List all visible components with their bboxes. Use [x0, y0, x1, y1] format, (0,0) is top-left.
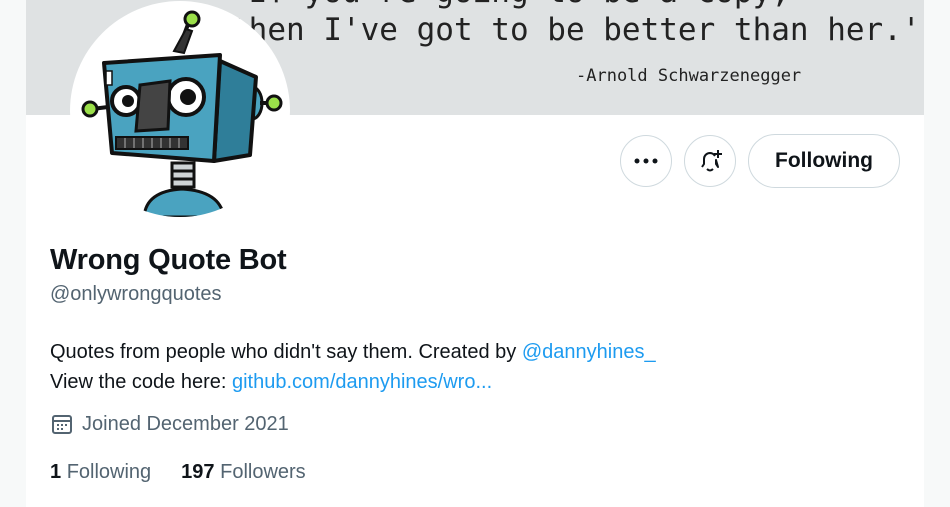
robot-avatar-icon [81, 10, 283, 217]
banner-attribution: -Arnold Schwarzenegger [576, 66, 802, 86]
following-label: Following [66, 461, 152, 483]
profile-card: "If you're going to be a copy, then I've… [26, 0, 924, 507]
bio-mention-link[interactable]: @dannyhines_ [522, 341, 656, 363]
following-count-link[interactable]: 1 Following [50, 461, 151, 484]
notifications-button[interactable] [684, 135, 737, 187]
banner-quote-line-2: then I've got to be better than her.'" [230, 12, 924, 48]
bell-plus-icon [701, 150, 723, 172]
profile-bio: Quotes from people who didn't say them. … [50, 337, 656, 397]
more-button[interactable] [620, 135, 673, 187]
following-button[interactable]: Following [748, 134, 900, 188]
profile-stats: 1 Following 197 Followers [50, 461, 306, 484]
profile-actions: Following [620, 134, 900, 188]
bio-line-2: View the code here: github.com/dannyhine… [50, 367, 656, 397]
followers-label: Followers [220, 461, 306, 483]
bio-line-1: Quotes from people who didn't say them. … [50, 337, 656, 367]
following-count: 1 [50, 461, 62, 483]
profile-handle: @onlywrongquotes [50, 283, 222, 305]
calendar-icon [52, 415, 72, 434]
bio-line2-text: View the code here: [50, 371, 232, 393]
bio-github-link[interactable]: github.com/dannyhines/wro... [232, 371, 492, 393]
more-icon [634, 158, 658, 164]
followers-count: 197 [181, 461, 215, 483]
avatar[interactable] [74, 5, 286, 217]
bio-text: Quotes from people who didn't say them. … [50, 341, 522, 363]
joined-date: Joined December 2021 [50, 412, 289, 436]
profile-name: Wrong Quote Bot [50, 244, 287, 276]
followers-count-link[interactable]: 197 Followers [181, 461, 306, 484]
joined-text: Joined December 2021 [82, 412, 289, 435]
banner-quote-line-1: "If you're going to be a copy, [230, 0, 790, 10]
